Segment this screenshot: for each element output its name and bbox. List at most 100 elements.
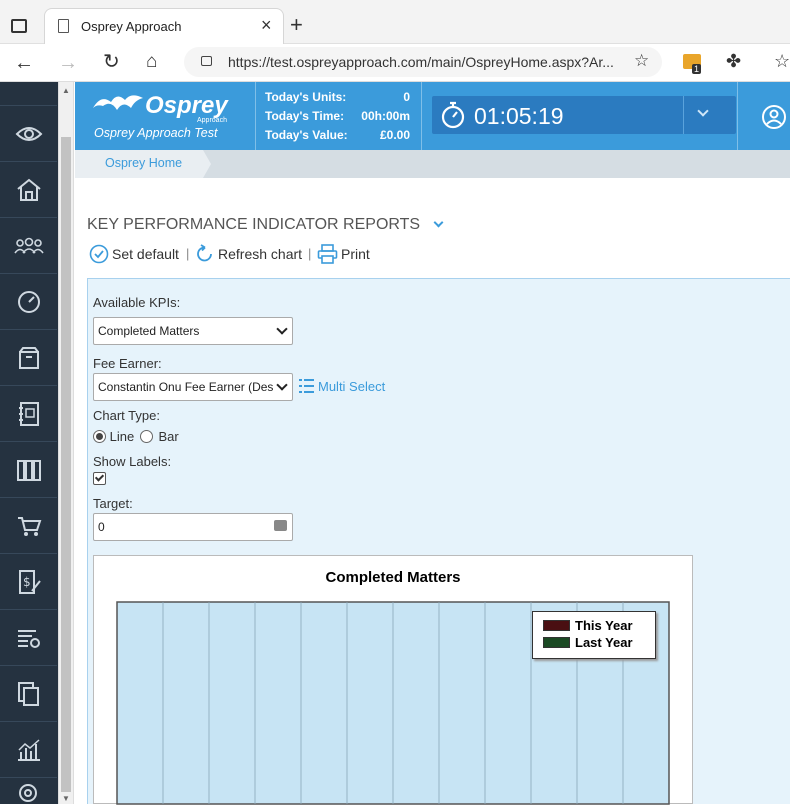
- nav-people[interactable]: [0, 218, 57, 274]
- browser-tab[interactable]: Osprey Approach ×: [44, 8, 284, 45]
- check-circle-icon: [89, 244, 109, 264]
- nav-timer[interactable]: [0, 274, 57, 330]
- new-tab-icon[interactable]: +: [290, 14, 303, 36]
- target-input[interactable]: 0: [93, 513, 293, 541]
- breadcrumb-home[interactable]: Osprey Home: [105, 156, 182, 170]
- nav-top-partial[interactable]: [0, 82, 57, 106]
- scroll-up-icon[interactable]: ▲: [62, 86, 70, 95]
- archive-box-icon: [18, 346, 39, 369]
- header-divider: [737, 82, 738, 150]
- breadcrumb[interactable]: Osprey Home: [75, 150, 211, 178]
- back-icon[interactable]: ←: [14, 53, 34, 73]
- address-book-icon: [18, 401, 39, 426]
- page-title[interactable]: KEY PERFORMANCE INDICATOR REPORTS: [87, 216, 443, 234]
- eye-icon: [15, 126, 42, 141]
- shopping-cart-icon: [17, 516, 41, 536]
- input-extension-icon: [274, 520, 287, 531]
- nav-settings-list[interactable]: [0, 610, 57, 666]
- fee-earner-select[interactable]: Constantin Onu Fee Earner (Des: [93, 373, 293, 401]
- nav-archive[interactable]: [0, 330, 57, 386]
- nav-eye[interactable]: [0, 106, 57, 162]
- multi-select-button[interactable]: Multi Select: [298, 378, 385, 394]
- target-label: Target:: [93, 496, 133, 511]
- page-icon: [58, 19, 69, 33]
- toolbar-separator: |: [186, 246, 190, 261]
- timer-widget[interactable]: 01:05:19: [432, 96, 736, 134]
- set-default-label: Set default: [112, 246, 179, 262]
- chevron-down-icon: [276, 323, 288, 335]
- close-tab-icon[interactable]: ×: [261, 15, 272, 36]
- set-default-button[interactable]: Set default: [89, 244, 179, 264]
- scroll-thumb[interactable]: [61, 137, 71, 792]
- header-divider: [421, 82, 422, 150]
- people-icon: [13, 237, 44, 254]
- nav-scrollbar[interactable]: ▲ ▼: [58, 82, 74, 804]
- invoice-dollar-icon: $: [18, 569, 41, 594]
- nav-basket[interactable]: [0, 498, 57, 554]
- radio-line[interactable]: [93, 430, 106, 444]
- library-icon: [16, 459, 41, 481]
- extension-badge: 1: [692, 64, 702, 74]
- time-value: 00h:00m: [361, 109, 410, 123]
- chevron-down-icon: [276, 379, 288, 391]
- favorite-add-icon[interactable]: ☆: [634, 51, 649, 71]
- logo-text: Osprey: [145, 92, 228, 119]
- lock-icon: [201, 56, 212, 66]
- chevron-down-icon[interactable]: [433, 217, 443, 228]
- radio-line-label: Line: [109, 429, 135, 445]
- tab-actions-icon[interactable]: [11, 19, 27, 33]
- printer-icon: [317, 244, 338, 264]
- refresh-icon: [197, 244, 212, 262]
- home-icon: [16, 178, 41, 201]
- forward-icon[interactable]: →: [58, 53, 78, 73]
- show-labels-checkbox[interactable]: [93, 472, 106, 485]
- toolbar-separator: |: [308, 246, 312, 261]
- value-label: Today's Value:: [265, 128, 348, 142]
- chart-title: Completed Matters: [325, 569, 461, 586]
- value-value: £0.00: [379, 128, 410, 142]
- left-navigation: $: [0, 82, 58, 804]
- kpi-label: Available KPIs:: [93, 295, 181, 310]
- refresh-chart-button[interactable]: Refresh chart: [195, 244, 302, 264]
- kpi-select[interactable]: Completed Matters: [93, 317, 293, 345]
- gear-icon: [18, 784, 37, 802]
- nav-billing[interactable]: $: [0, 554, 57, 610]
- nav-home[interactable]: [0, 162, 57, 218]
- nav-documents[interactable]: [0, 666, 57, 722]
- logo-subtext: Approach: [197, 117, 227, 124]
- checkmark-icon: [94, 472, 105, 482]
- refresh-icon[interactable]: ↻: [103, 52, 120, 72]
- header-divider: [255, 82, 256, 150]
- time-label: Today's Time:: [265, 109, 345, 123]
- print-button[interactable]: Print: [317, 244, 370, 264]
- chart-legend: This Year Last Year: [532, 611, 656, 659]
- units-value: 0: [403, 90, 410, 104]
- list-settings-icon: [17, 629, 40, 648]
- favorites-icon[interactable]: ☆: [774, 52, 790, 70]
- browser-tab-bar: Osprey Approach × +: [0, 0, 790, 45]
- show-labels-label: Show Labels:: [93, 454, 172, 469]
- home-icon[interactable]: ⌂: [146, 52, 157, 71]
- chart-icon: [17, 738, 40, 761]
- url-field[interactable]: https://test.ospreyapproach.com/main/Osp…: [184, 47, 662, 77]
- osprey-logo[interactable]: Osprey Approach: [91, 90, 231, 124]
- nav-admin[interactable]: [0, 778, 57, 804]
- refresh-chart-label: Refresh chart: [218, 246, 303, 262]
- timer-divider: [683, 96, 684, 134]
- extensions-puzzle-icon[interactable]: ✤: [726, 52, 741, 70]
- legend-this-year: This Year: [575, 618, 633, 633]
- osprey-bird-icon: [93, 95, 143, 110]
- fee-earner-label: Fee Earner:: [93, 356, 162, 371]
- user-account-icon[interactable]: [761, 104, 787, 130]
- svg-text:$: $: [23, 575, 31, 589]
- radio-bar-label: Bar: [158, 429, 179, 445]
- nav-address-book[interactable]: [0, 386, 57, 442]
- nav-library[interactable]: [0, 442, 57, 498]
- timer-dropdown-chevron-icon[interactable]: [697, 105, 709, 117]
- page-title-text: KEY PERFORMANCE INDICATOR REPORTS: [87, 216, 421, 233]
- url-text: https://test.ospreyapproach.com/main/Osp…: [228, 54, 614, 70]
- radio-bar[interactable]: [139, 430, 153, 444]
- nav-reports[interactable]: [0, 722, 57, 778]
- chart-type-radio-group: Line Bar: [93, 428, 179, 444]
- scroll-down-icon[interactable]: ▼: [62, 794, 70, 803]
